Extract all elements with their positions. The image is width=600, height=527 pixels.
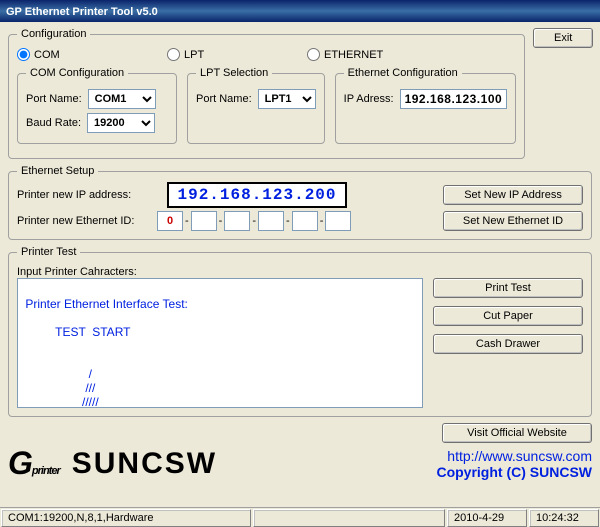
- com-config-legend: COM Configuration: [26, 67, 128, 79]
- title-bar: GP Ethernet Printer Tool v5.0: [0, 0, 600, 22]
- status-spacer: [253, 509, 445, 527]
- printer-test-legend: Printer Test: [17, 246, 80, 258]
- eth-id-4[interactable]: [292, 211, 318, 231]
- ethernet-id-inputs: - - - - -: [157, 211, 351, 231]
- com-config-group: COM Configuration Port Name: COM1 Baud R…: [17, 67, 177, 144]
- new-ethernet-id-label: Printer new Ethernet ID:: [17, 215, 147, 227]
- window-title: GP Ethernet Printer Tool v5.0: [6, 6, 158, 18]
- status-bar: COM1:19200,N,8,1,Hardware 2010-4-29 10:2…: [0, 507, 600, 527]
- website-link[interactable]: http://www.suncsw.com: [436, 448, 592, 464]
- cash-drawer-button[interactable]: Cash Drawer: [433, 334, 583, 354]
- eth-id-1[interactable]: [191, 211, 217, 231]
- exit-button[interactable]: Exit: [533, 28, 593, 48]
- eth-id-5[interactable]: [325, 211, 351, 231]
- set-ethernet-id-button[interactable]: Set New Ethernet ID: [443, 211, 583, 231]
- new-ip-label: Printer new IP address:: [17, 189, 147, 201]
- set-ip-button[interactable]: Set New IP Address: [443, 185, 583, 205]
- status-time: 10:24:32: [529, 509, 599, 527]
- printer-characters-textarea[interactable]: Printer Ethernet Interface Test: TEST ST…: [18, 279, 422, 407]
- radio-com[interactable]: [17, 48, 30, 61]
- copyright-text: Copyright (C) SUNCSW: [436, 464, 592, 480]
- gprinter-logo: Gprinter: [8, 445, 60, 482]
- visit-website-button[interactable]: Visit Official Website: [442, 423, 592, 443]
- radio-ethernet-label: ETHERNET: [324, 49, 383, 61]
- radio-lpt[interactable]: [167, 48, 180, 61]
- lpt-selection-legend: LPT Selection: [196, 67, 272, 79]
- cut-paper-button[interactable]: Cut Paper: [433, 306, 583, 326]
- ethernet-setup-group: Ethernet Setup Printer new IP address: 1…: [8, 165, 592, 240]
- lpt-port-label: Port Name:: [196, 93, 252, 105]
- configuration-legend: Configuration: [17, 28, 90, 40]
- radio-com-label: COM: [34, 49, 60, 61]
- baud-rate-select[interactable]: 19200: [87, 113, 155, 133]
- lpt-selection-group: LPT Selection Port Name: LPT1: [187, 67, 325, 144]
- eth-id-3[interactable]: [258, 211, 284, 231]
- com-port-select[interactable]: COM1: [88, 89, 156, 109]
- printer-test-group: Printer Test Input Printer Cahracters: P…: [8, 246, 592, 417]
- new-ip-display[interactable]: 192.168.123.200: [167, 182, 346, 208]
- suncsw-logo: SUNCSW: [72, 447, 217, 481]
- lpt-port-select[interactable]: LPT1: [258, 89, 316, 109]
- radio-ethernet[interactable]: [307, 48, 320, 61]
- status-connection: COM1:19200,N,8,1,Hardware: [1, 509, 251, 527]
- ip-address-label: IP Adress:: [344, 93, 394, 105]
- eth-id-0[interactable]: [157, 211, 183, 231]
- status-date: 2010-4-29: [447, 509, 527, 527]
- baud-rate-label: Baud Rate:: [26, 117, 81, 129]
- ip-address-display: 192.168.123.100: [400, 89, 508, 109]
- ethernet-config-legend: Ethernet Configuration: [344, 67, 462, 79]
- com-port-label: Port Name:: [26, 93, 82, 105]
- print-test-button[interactable]: Print Test: [433, 278, 583, 298]
- ethernet-setup-legend: Ethernet Setup: [17, 165, 98, 177]
- eth-id-2[interactable]: [224, 211, 250, 231]
- radio-lpt-label: LPT: [184, 49, 204, 61]
- input-characters-label: Input Printer Cahracters:: [17, 266, 583, 278]
- configuration-group: Configuration COM LPT ETHERNET COM Confi…: [8, 28, 525, 159]
- ethernet-config-group: Ethernet Configuration IP Adress: 192.16…: [335, 67, 517, 144]
